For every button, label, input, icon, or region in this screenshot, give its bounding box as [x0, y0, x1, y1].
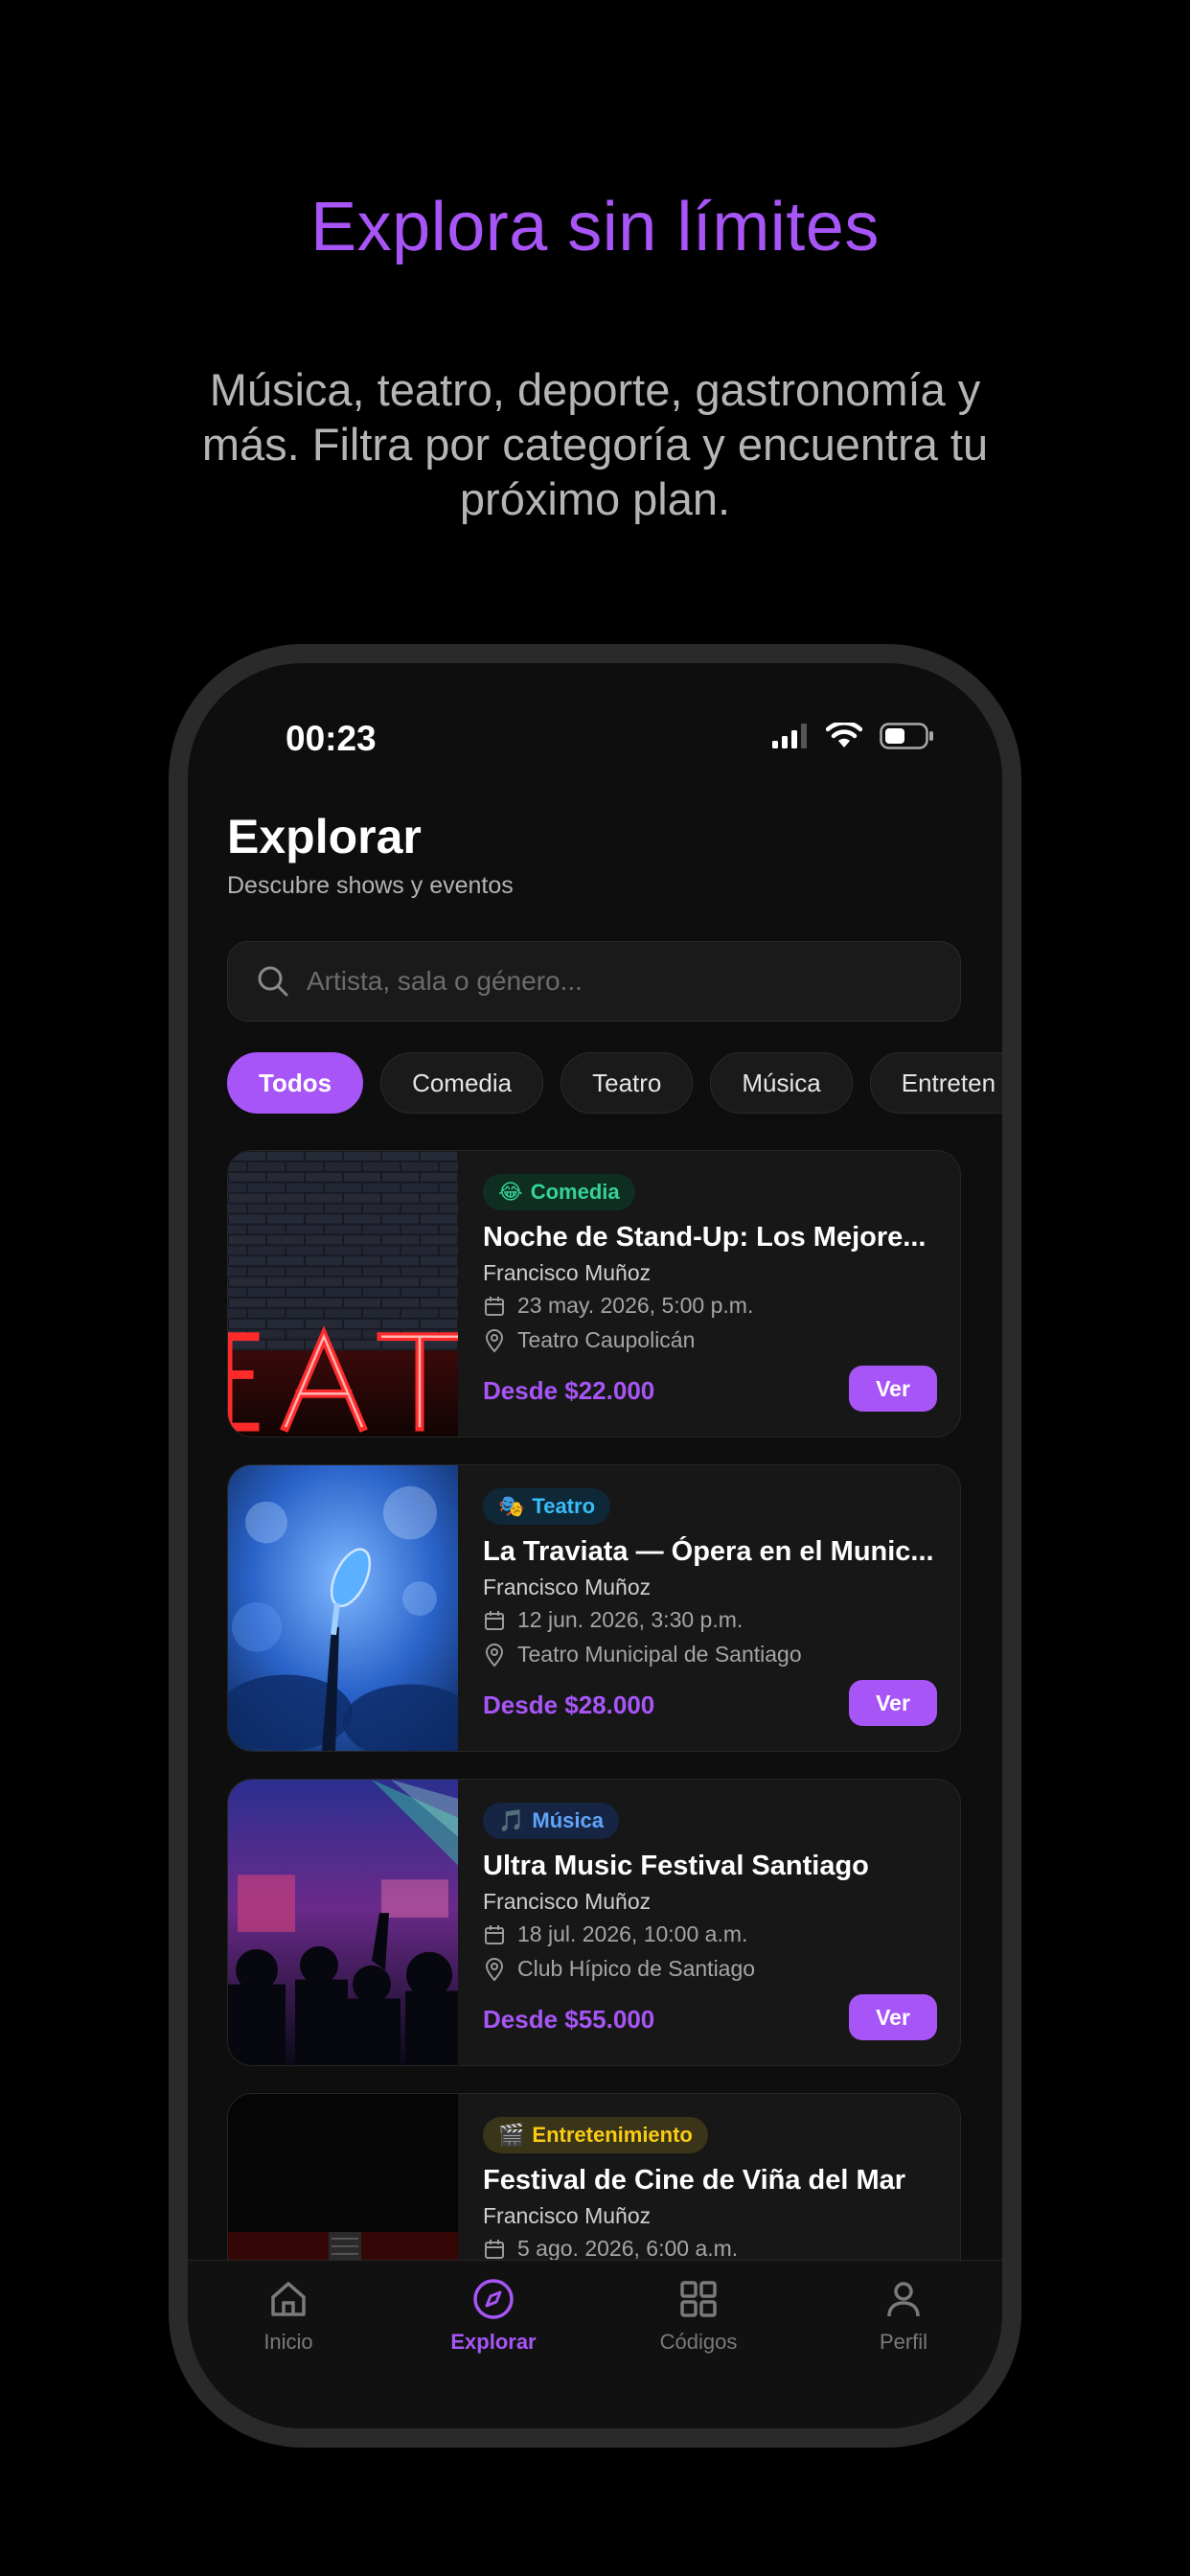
event-card[interactable]: 🎵 Música Ultra Music Festival Santiago Fr…: [227, 1779, 961, 2066]
category-chip-comedia[interactable]: Comedia: [380, 1052, 544, 1114]
calendar-icon: [485, 2239, 504, 2259]
event-venue: Teatro Municipal de Santiago: [483, 1642, 802, 1668]
event-image: [228, 1151, 458, 1437]
category-chip-todos[interactable]: Todos: [227, 1052, 364, 1114]
hero-title: Explora sin límites: [310, 189, 880, 265]
user-icon: [887, 2282, 920, 2317]
event-title: Festival de Cine de Viña del Mar: [483, 2165, 906, 2196]
nav-item-inicio[interactable]: Inicio: [217, 2276, 360, 2355]
event-organizer: Francisco Muñoz: [483, 2203, 652, 2228]
calendar-icon: [485, 1924, 504, 1944]
view-event-button[interactable]: Ver: [849, 1366, 937, 1412]
event-venue: Teatro Caupolicán: [483, 1327, 695, 1353]
wifi-icon: [826, 723, 862, 748]
category-badge: 🎬 Entretenimiento: [483, 2117, 708, 2153]
home-icon: [271, 2282, 306, 2316]
nav-item-codigos[interactable]: Códigos: [627, 2276, 770, 2355]
event-price: Desde $28.000: [483, 1690, 655, 1719]
category-filter: Todos Comedia Teatro Música Entreten: [227, 1052, 1002, 1114]
app-screen: 00:23 Explorar Descubre shows y eventos: [188, 663, 1002, 2428]
event-organizer: Francisco Muñoz: [483, 1889, 652, 1914]
phone-frame: 00:23 Explorar Descubre shows y eventos: [169, 644, 1021, 2448]
event-organizer: Francisco Muñoz: [483, 1575, 652, 1599]
event-date: 23 may. 2026, 5:00 p.m.: [483, 1293, 753, 1319]
nav-item-perfil[interactable]: Perfil: [832, 2276, 975, 2355]
event-image: [228, 1780, 458, 2065]
event-date: 18 jul. 2026, 10:00 a.m.: [483, 1921, 747, 1947]
calendar-icon: [485, 1610, 504, 1630]
event-venue: Club Hípico de Santiago: [483, 1956, 755, 1982]
event-organizer: Francisco Muñoz: [483, 1260, 652, 1285]
battery-icon: [880, 723, 933, 749]
event-title: Noche de Stand-Up: Los Mejore...: [483, 1222, 927, 1253]
category-chip-musica[interactable]: Música: [710, 1052, 853, 1114]
event-date: 12 jun. 2026, 3:30 p.m.: [483, 1607, 743, 1633]
calendar-icon: [485, 1296, 504, 1316]
location-pin-icon: [485, 1643, 504, 1668]
grid-icon: [680, 2281, 717, 2317]
event-title: Ultra Music Festival Santiago: [483, 1851, 869, 1881]
event-price: Desde $55.000: [483, 2005, 655, 2034]
page-subtitle: Descubre shows y eventos: [227, 872, 514, 899]
event-date: 5 ago. 2026, 6:00 a.m.: [483, 2236, 738, 2262]
signal-icon: [772, 724, 807, 748]
event-card[interactable]: 🎭 Teatro La Traviata — Ópera en el Munic.…: [227, 1464, 961, 1752]
event-image: [228, 1465, 458, 1751]
category-badge: 🎵 Música: [483, 1803, 619, 1839]
view-event-button[interactable]: Ver: [849, 1680, 937, 1726]
hero-subtitle: Música, teatro, deporte, gastronomía y m…: [201, 364, 989, 524]
event-price: Desde $22.000: [483, 1376, 655, 1405]
category-chip-teatro[interactable]: Teatro: [561, 1052, 694, 1114]
search-icon: [258, 966, 288, 997]
nav-item-explorar[interactable]: Explorar: [422, 2276, 565, 2355]
category-badge: 😂 Comedia: [483, 1174, 635, 1210]
view-event-button[interactable]: Ver: [849, 1994, 937, 2040]
event-card[interactable]: 😂 Comedia Noche de Stand-Up: Los Mejore..…: [227, 1150, 961, 1438]
page-title: Explorar: [227, 810, 422, 863]
location-pin-icon: [485, 1957, 504, 1982]
status-time: 00:23: [286, 719, 377, 758]
compass-icon: [473, 2279, 514, 2319]
bottom-nav: Inicio Explorar Códigos Perfil: [188, 2260, 1002, 2428]
search-bar[interactable]: [227, 941, 961, 1022]
category-chip-entretenimiento[interactable]: Entreten: [869, 1052, 1002, 1114]
status-icons: [772, 723, 935, 749]
category-badge: 🎭 Teatro: [483, 1488, 611, 1525]
event-title: La Traviata — Ópera en el Munic...: [483, 1536, 934, 1567]
search-input[interactable]: [305, 965, 883, 998]
location-pin-icon: [485, 1328, 504, 1353]
